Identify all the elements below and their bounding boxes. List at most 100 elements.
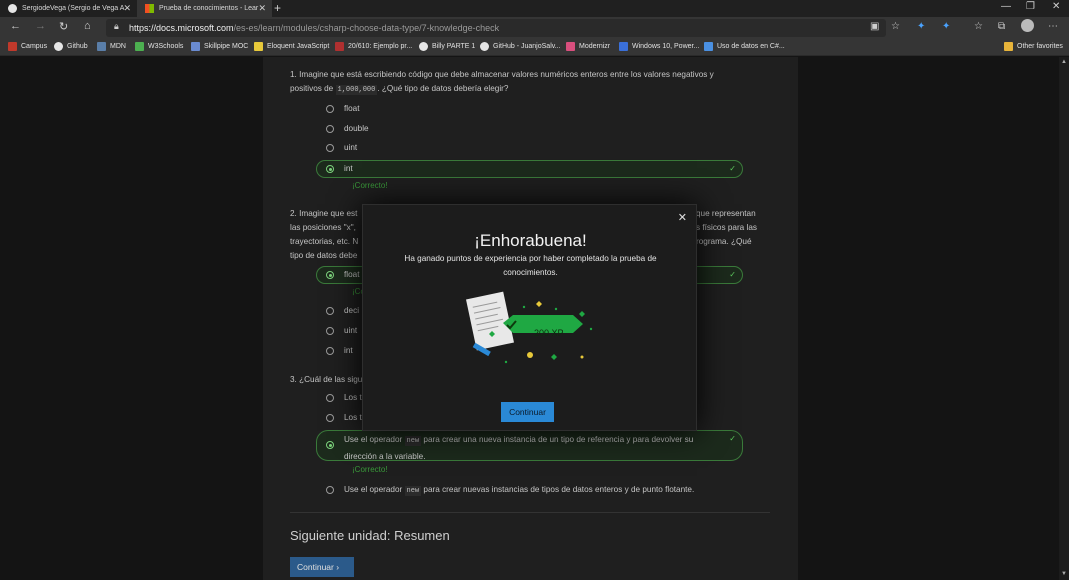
collections-icon[interactable]: ⧉ [998,21,1005,32]
microsoft-icon [145,4,154,13]
continue-button[interactable]: Continuar [501,402,554,422]
tab-learn[interactable]: Prueba de conocimientos - Lear ✕ [137,0,272,17]
tab-title: Prueba de conocimientos - Lear [159,5,259,12]
scroll-up-icon[interactable]: ▲ [1061,59,1067,65]
address-bar[interactable]: 🔒︎ https://docs.microsoft.com/es-es/lear… [106,19,886,37]
option-label: Use el operador new para crear nuevas in… [344,485,695,496]
radio-q1-int[interactable] [326,165,334,173]
radio-q2-float[interactable] [326,271,334,279]
bookmark-skillpipe[interactable]: Skillpipe MOC [191,42,248,51]
xp-badge-illustration [466,291,593,364]
code-snippet: new [404,486,422,496]
url-text: https://docs.microsoft.com/es-es/learn/m… [129,23,500,33]
minimize-button[interactable]: — [1001,1,1011,12]
option-label: Los t [344,393,362,402]
next-unit-title: Siguiente unidad: Resumen [290,528,450,543]
radio-q3-option-1[interactable] [326,394,334,402]
modal-title: ¡Enhorabuena! [474,231,587,250]
bookmark-mdn[interactable]: MDN [97,42,126,51]
tab-title: SergiodeVega (Sergio de Vega A [22,5,125,12]
close-tab-icon[interactable]: ✕ [123,3,131,14]
close-icon[interactable]: ✕ [678,211,687,224]
bookmark-github[interactable]: Github [54,42,88,51]
modal-text: Ha ganado puntos de experiencia por habe… [404,254,657,277]
radio-q3-option-3[interactable] [326,441,334,449]
option-label: uint [344,143,358,152]
browser-toolbar: ← → ↻ ⌂ 🔒︎ https://docs.microsoft.com/es… [0,17,1069,39]
github-icon [8,4,17,13]
radio-q1-double[interactable] [326,125,334,133]
feedback-correct: ¡Correcto! [352,465,388,474]
bookmark-w3schools[interactable]: W3Schools [135,42,183,51]
tab-github[interactable]: SergiodeVega (Sergio de Vega A ✕ [0,0,137,17]
option-label: float [344,104,360,113]
radio-q3-option-4[interactable] [326,486,334,494]
feedback-correct: ¡Correcto! [352,181,388,190]
option-label: int [344,346,353,355]
correct-answer-box[interactable]: ✓ [316,160,743,178]
back-icon[interactable]: ← [10,20,21,32]
chevron-right-icon: › [336,562,340,572]
divider [290,512,770,513]
bookmark-modernizr[interactable]: Modernizr [566,42,610,51]
radio-q2-decimal[interactable] [326,307,334,315]
bookmark-campus[interactable]: Campus [8,42,47,51]
bookmark-eloquent-js[interactable]: Eloquent JavaScript [254,42,329,51]
radio-q1-uint[interactable] [326,144,334,152]
menu-icon[interactable]: ⋯ [1048,21,1058,32]
radio-q3-option-2[interactable] [326,414,334,422]
check-icon: ✓ [729,164,736,173]
option-label: int [344,164,353,173]
option-label: float [344,270,360,279]
question-1-text: 1. Imagine que está escribiendo código q… [290,70,714,95]
favorite-star-icon[interactable]: ☆ [891,21,900,32]
bookmark-windows10[interactable]: Windows 10, Power... [619,42,699,51]
option-label: deci [344,306,360,315]
bookmark-billy[interactable]: Billy PARTE 1 [419,42,475,51]
bookmark-icon [335,42,344,51]
favorites-icon[interactable]: ☆ [974,21,983,32]
forward-icon[interactable]: → [35,20,46,32]
bookmark-other-favorites[interactable]: Other favorites [1004,42,1063,51]
windows-icon [619,42,628,51]
restore-button[interactable]: ❐ [1026,1,1035,12]
radio-q2-uint[interactable] [326,327,334,335]
tab-strip: SergiodeVega (Sergio de Vega A ✕ Prueba … [0,0,1069,17]
github-icon [480,42,489,51]
radio-q2-int[interactable] [326,347,334,355]
bookmark-ejemplo[interactable]: 20/610: Ejemplo pr... [335,42,412,51]
scroll-down-icon[interactable]: ▼ [1061,571,1067,577]
congratulations-modal: ✕ ¡Enhorabuena! Ha ganado puntos de expe… [362,204,697,431]
option-label: Use el operador new para crear una nueva… [344,435,694,461]
mdn-icon [97,42,106,51]
profile-avatar[interactable] [1021,19,1034,32]
option-label: Los t [344,413,362,422]
github-icon [54,42,63,51]
window-close-button[interactable]: ✕ [1052,1,1060,12]
eloquent-js-icon [254,42,263,51]
close-tab-icon[interactable]: ✕ [258,3,266,14]
folder-icon [1004,42,1013,51]
question-3-text: 3. ¿Cuál de las sigu [290,375,363,384]
bookmark-uso-datos[interactable]: Uso de datos en C#... [704,42,785,51]
scrollbar[interactable]: ▲ ▼ [1059,57,1069,580]
check-icon: ✓ [729,270,736,279]
skillpipe-icon [191,42,200,51]
home-icon[interactable]: ⌂ [84,20,91,32]
code-snippet: new [404,436,422,446]
next-unit-button[interactable]: Continuar › [290,557,354,577]
github-icon [419,42,428,51]
microsoft-icon [704,42,713,51]
new-tab-button[interactable]: + [274,1,281,15]
radio-q1-float[interactable] [326,105,334,113]
xp-amount: 200 XP [534,328,564,338]
bookmark-github-juanjo[interactable]: GitHub - JuanjoSalv... [480,42,561,51]
extension-icon[interactable]: ✦ [942,21,950,32]
lock-icon: 🔒︎ [114,21,119,31]
question-2-text-right: que representan s físicos para las rogra… [696,209,757,246]
refresh-icon[interactable]: ↻ [59,20,68,33]
w3schools-icon [135,42,144,51]
reader-mode-icon[interactable]: ▣ [870,21,879,32]
option-label: double [344,124,369,133]
extension-icon[interactable]: ✦ [917,21,925,32]
